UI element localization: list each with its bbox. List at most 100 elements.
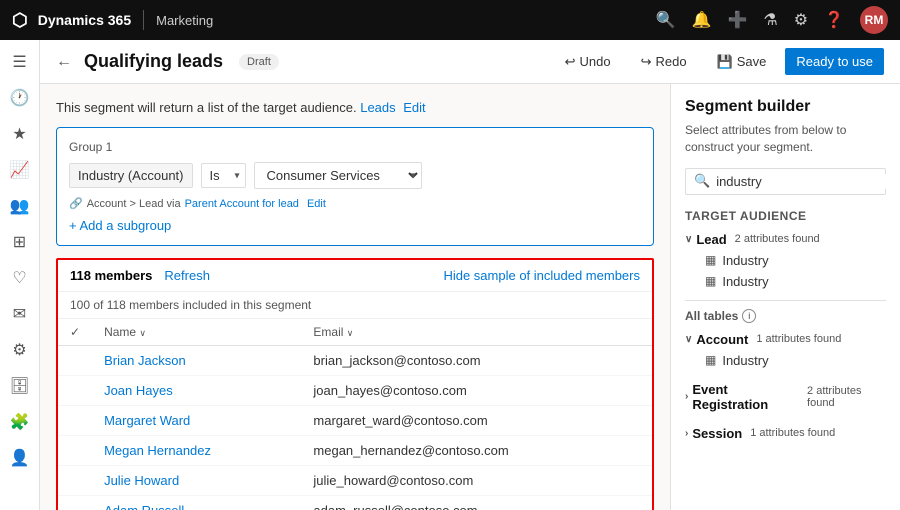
add-subgroup-label: + Add a subgroup bbox=[69, 218, 171, 233]
sidebar-puzzle-icon[interactable]: 🧩 bbox=[4, 406, 36, 438]
ready-to-use-button[interactable]: Ready to use bbox=[785, 48, 884, 75]
sidebar-user-settings-icon[interactable]: 👤 bbox=[4, 442, 36, 474]
plus-icon[interactable]: ➕ bbox=[727, 10, 747, 30]
lead-group-label: Lead bbox=[696, 232, 726, 247]
row-name-cell[interactable]: Joan Hayes bbox=[92, 376, 301, 406]
filter-path-edit[interactable]: Edit bbox=[307, 198, 326, 210]
event-reg-group-header[interactable]: › Event Registration 2 attributes found bbox=[685, 379, 886, 415]
redo-label: Redo bbox=[655, 54, 686, 69]
undo-icon: ↩ bbox=[565, 54, 576, 70]
table-email-header[interactable]: Email ∨ bbox=[301, 319, 652, 346]
row-name-cell[interactable]: Adam Russell bbox=[92, 496, 301, 510]
all-tables-label: All tables i bbox=[685, 309, 886, 323]
filter-value-select[interactable]: Consumer Services bbox=[254, 162, 422, 189]
hide-members-button[interactable]: Hide sample of included members bbox=[443, 268, 640, 283]
help-icon[interactable]: ❓ bbox=[824, 10, 844, 30]
event-reg-label: Event Registration bbox=[692, 382, 799, 412]
lead-group-header[interactable]: ∨ Lead 2 attributes found bbox=[685, 229, 886, 250]
back-button[interactable]: ← bbox=[56, 53, 72, 71]
account-group-count: 1 attributes found bbox=[756, 333, 841, 345]
info-icon[interactable]: i bbox=[742, 309, 756, 323]
segment-edit-link[interactable]: Edit bbox=[403, 100, 425, 115]
sidebar-chart-icon[interactable]: 📈 bbox=[4, 154, 36, 186]
table-row: Adam Russell adam_russell@contoso.com bbox=[58, 496, 652, 510]
table-row: Megan Hernandez megan_hernandez@contoso.… bbox=[58, 436, 652, 466]
filter-value-wrap: Consumer Services bbox=[254, 162, 422, 189]
tree-group-session: › Session 1 attributes found bbox=[685, 423, 886, 444]
search-icon: 🔍 bbox=[694, 173, 710, 189]
undo-button[interactable]: ↩ Undo bbox=[554, 48, 622, 76]
save-icon: 💾 bbox=[717, 54, 733, 70]
app-name: Marketing bbox=[156, 13, 213, 28]
filter-operator-select[interactable]: Is bbox=[201, 163, 246, 188]
redo-button[interactable]: ↪ Redo bbox=[630, 48, 698, 76]
account-children: ▦ Industry bbox=[685, 350, 886, 371]
sidebar-grid-icon[interactable]: ⊞ bbox=[4, 226, 36, 258]
row-check-cell bbox=[58, 466, 92, 496]
account-chevron-icon: ∨ bbox=[685, 334, 692, 345]
content-area: This segment will return a list of the t… bbox=[40, 84, 670, 510]
sidebar-hamburger-icon[interactable]: ☰ bbox=[4, 46, 36, 78]
account-group-header[interactable]: ∨ Account 1 attributes found bbox=[685, 329, 886, 350]
lead-industry-label-2: Industry bbox=[722, 274, 768, 289]
search-box: 🔍 ✕ bbox=[685, 168, 886, 195]
table-icon-1: ▦ bbox=[705, 253, 716, 267]
command-bar: ← Qualifying leads Draft ↩ Undo ↪ Redo 💾… bbox=[40, 40, 900, 84]
lead-industry-item-2[interactable]: ▦ Industry bbox=[701, 271, 886, 292]
row-email-cell: megan_hernandez@contoso.com bbox=[301, 436, 652, 466]
filter-icon[interactable]: ⚗ bbox=[763, 10, 777, 30]
check-icon: ✓ bbox=[70, 325, 80, 339]
row-check-cell bbox=[58, 496, 92, 510]
top-navigation: ⬡ Dynamics 365 Marketing 🔍 🔔 ➕ ⚗ ⚙ ❓ RM bbox=[0, 0, 900, 40]
table-check-header: ✓ bbox=[58, 319, 92, 346]
row-name-cell[interactable]: Megan Hernandez bbox=[92, 436, 301, 466]
refresh-button[interactable]: Refresh bbox=[164, 268, 210, 283]
link-icon: 🔗 bbox=[69, 197, 83, 210]
save-button[interactable]: 💾 Save bbox=[706, 48, 778, 76]
row-email-cell: adam_russell@contoso.com bbox=[301, 496, 652, 510]
lead-industry-item-1[interactable]: ▦ Industry bbox=[701, 250, 886, 271]
split-view: This segment will return a list of the t… bbox=[40, 84, 900, 510]
account-industry-item[interactable]: ▦ Industry bbox=[701, 350, 886, 371]
undo-label: Undo bbox=[580, 54, 611, 69]
sidebar-envelope-icon[interactable]: ✉ bbox=[4, 298, 36, 330]
bell-icon[interactable]: 🔔 bbox=[692, 10, 712, 30]
row-email-cell: brian_jackson@contoso.com bbox=[301, 346, 652, 376]
sidebar-clock-icon[interactable]: 🕐 bbox=[4, 82, 36, 114]
search-icon[interactable]: 🔍 bbox=[656, 10, 676, 30]
search-input[interactable] bbox=[716, 174, 892, 189]
filter-path-text: Account > Lead via bbox=[87, 198, 181, 210]
table-name-header[interactable]: Name ∨ bbox=[92, 319, 301, 346]
row-name-cell[interactable]: Julie Howard bbox=[92, 466, 301, 496]
filter-path: 🔗 Account > Lead via Parent Account for … bbox=[69, 197, 641, 210]
sidebar-people-icon[interactable]: 👥 bbox=[4, 190, 36, 222]
segment-leads-link[interactable]: Leads bbox=[360, 100, 395, 115]
ready-label: Ready to use bbox=[796, 54, 873, 69]
members-header: 118 members Refresh Hide sample of inclu… bbox=[58, 260, 652, 292]
sidebar-settings-icon[interactable]: ⚙ bbox=[4, 334, 36, 366]
tree-group-event-reg: › Event Registration 2 attributes found bbox=[685, 379, 886, 415]
redo-icon: ↪ bbox=[641, 54, 652, 70]
sidebar-heart-icon[interactable]: ♡ bbox=[4, 262, 36, 294]
table-row: Julie Howard julie_howard@contoso.com bbox=[58, 466, 652, 496]
row-name-cell[interactable]: Margaret Ward bbox=[92, 406, 301, 436]
settings-icon[interactable]: ⚙ bbox=[794, 10, 808, 30]
lead-children: ▦ Industry ▦ Industry bbox=[685, 250, 886, 292]
row-email-cell: joan_hayes@contoso.com bbox=[301, 376, 652, 406]
filter-field-label: Industry (Account) bbox=[69, 163, 193, 188]
session-count: 1 attributes found bbox=[750, 427, 835, 439]
row-check-cell bbox=[58, 406, 92, 436]
session-group-header[interactable]: › Session 1 attributes found bbox=[685, 423, 886, 444]
avatar[interactable]: RM bbox=[860, 6, 888, 34]
members-table: ✓ Name ∨ Email ∨ bbox=[58, 319, 652, 510]
sidebar-database-icon[interactable]: 🗄 bbox=[4, 370, 36, 402]
save-label: Save bbox=[737, 54, 767, 69]
filter-path-link[interactable]: Parent Account for lead bbox=[185, 198, 299, 210]
brand-logo: ⬡ Dynamics 365 bbox=[12, 10, 131, 31]
panel-divider bbox=[685, 300, 886, 301]
row-name-cell[interactable]: Brian Jackson bbox=[92, 346, 301, 376]
lead-chevron-icon: ∨ bbox=[685, 234, 692, 245]
brand-name: Dynamics 365 bbox=[38, 12, 131, 28]
sidebar-star-icon[interactable]: ★ bbox=[4, 118, 36, 150]
add-subgroup-button[interactable]: + Add a subgroup bbox=[69, 218, 641, 233]
